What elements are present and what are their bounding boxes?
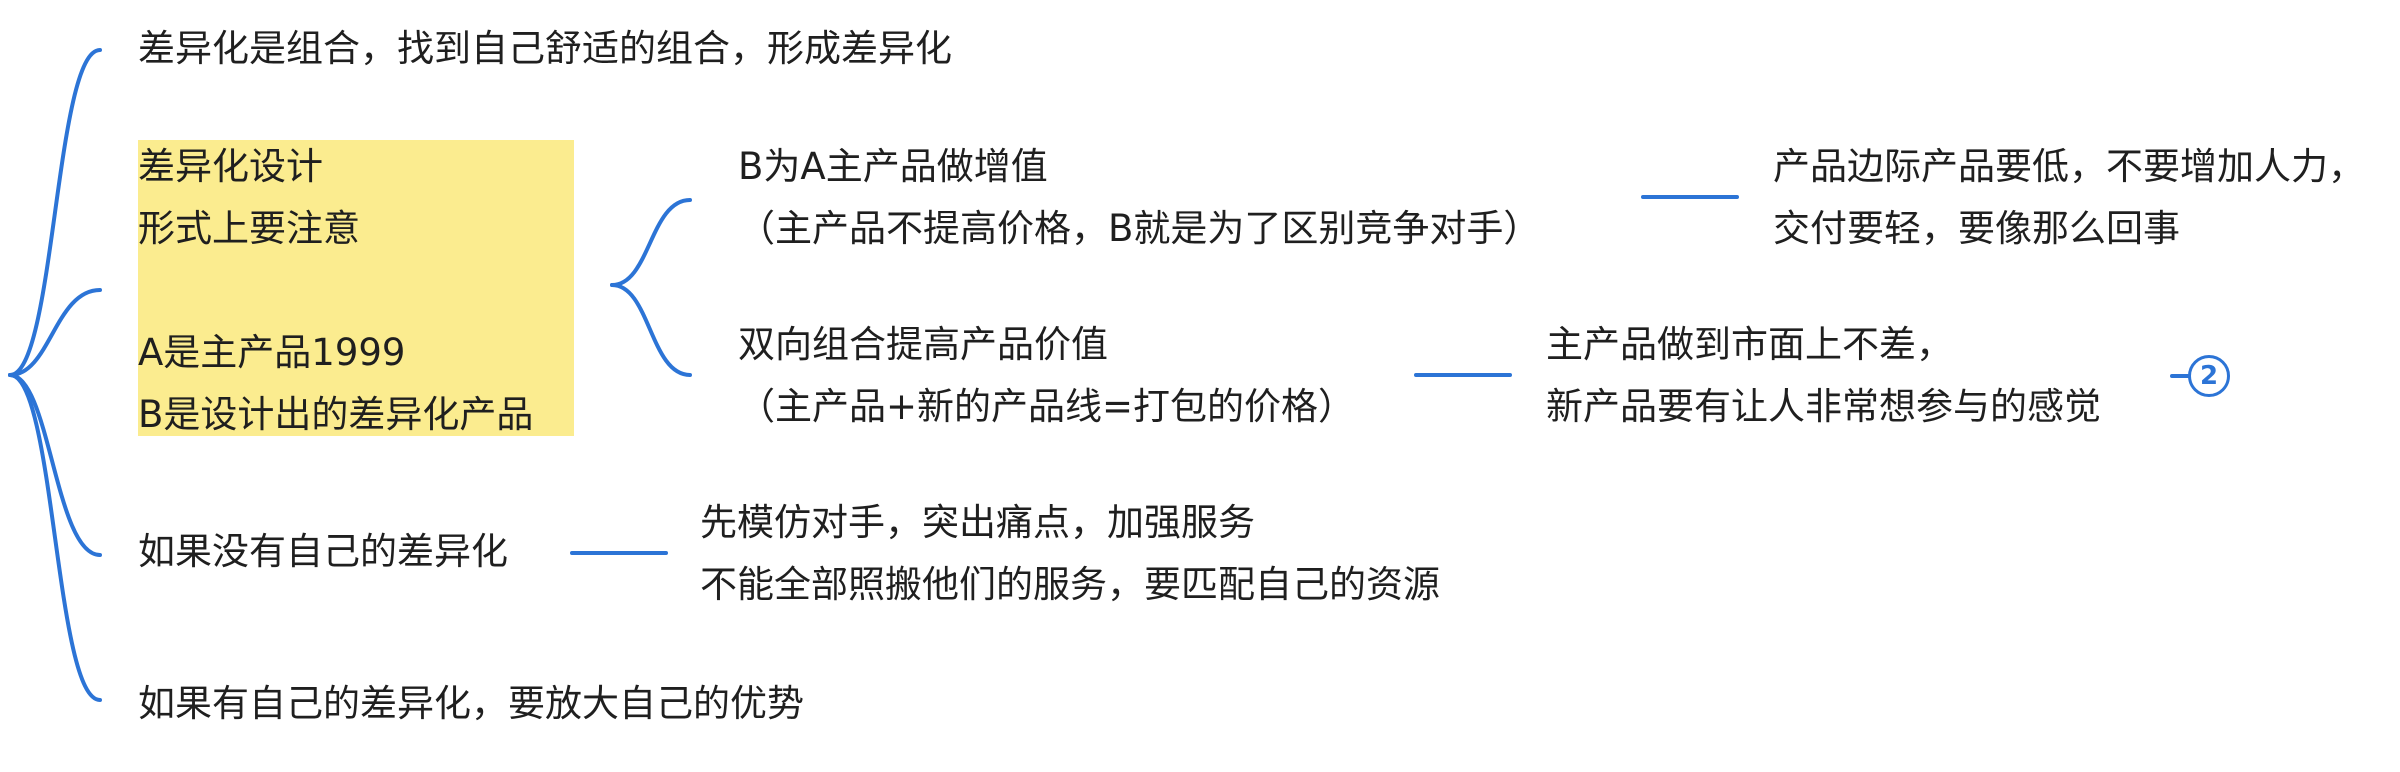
node-differentiation[interactable]: 差异化是组合，找到自己舒适的组合，形成差异化 <box>138 18 952 80</box>
node-no-diff[interactable]: 如果没有自己的差异化 <box>138 521 508 583</box>
node-b-value-line-1: B为A主产品做增值 <box>738 145 1048 188</box>
collapsed-children-badge[interactable]: 2 <box>2188 355 2230 397</box>
node-bundle-line-2: （主产品+新的产品线=打包的价格） <box>738 385 1356 428</box>
node-quality-line-2: 新产品要有让人非常想参与的感觉 <box>1546 385 2101 428</box>
node-imitate-line-2: 不能全部照搬他们的服务，要匹配自己的资源 <box>700 563 1440 606</box>
node-design-spacer <box>138 260 533 322</box>
branch-connector-have-diff <box>8 373 102 702</box>
node-have-diff[interactable]: 如果有自己的差异化，要放大自己的优势 <box>138 673 804 735</box>
node-marginal-line-1: 产品边际产品要低，不要增加人力， <box>1773 145 2365 188</box>
node-design[interactable]: 差异化设计 形式上要注意 A是主产品1999 B是设计出的差异化产品 <box>138 136 533 446</box>
node-imitate-line-1: 先模仿对手，突出痛点，加强服务 <box>700 501 1255 544</box>
node-differentiation-text: 差异化是组合，找到自己舒适的组合，形成差异化 <box>138 27 952 70</box>
branch-connector-bundle <box>610 283 692 377</box>
branch-connector-b-value <box>610 198 692 287</box>
node-design-line-3: A是主产品1999 <box>138 331 406 374</box>
node-no-diff-text: 如果没有自己的差异化 <box>138 530 508 573</box>
node-design-line-4: B是设计出的差异化产品 <box>138 393 534 436</box>
node-design-line-1: 差异化设计 <box>138 145 323 188</box>
node-design-line-2: 形式上要注意 <box>138 207 360 250</box>
node-quality-line-1: 主产品做到市面上不差， <box>1546 323 1953 366</box>
node-bundle[interactable]: 双向组合提高产品价值 （主产品+新的产品线=打包的价格） <box>738 314 1355 438</box>
node-bundle-line-1: 双向组合提高产品价值 <box>738 323 1108 366</box>
node-imitate[interactable]: 先模仿对手，突出痛点，加强服务 不能全部照搬他们的服务，要匹配自己的资源 <box>700 492 1440 616</box>
node-marginal-line-2: 交付要轻，要像那么回事 <box>1773 207 2180 250</box>
node-quality[interactable]: 主产品做到市面上不差， 新产品要有让人非常想参与的感觉 <box>1546 314 2101 438</box>
node-b-value-line-2: （主产品不提高价格，B就是为了区别竞争对手） <box>738 207 1541 250</box>
node-marginal[interactable]: 产品边际产品要低，不要增加人力， 交付要轻，要像那么回事 <box>1773 136 2365 260</box>
node-b-value[interactable]: B为A主产品做增值 （主产品不提高价格，B就是为了区别竞争对手） <box>738 136 1540 260</box>
node-have-diff-text: 如果有自己的差异化，要放大自己的优势 <box>138 682 804 725</box>
